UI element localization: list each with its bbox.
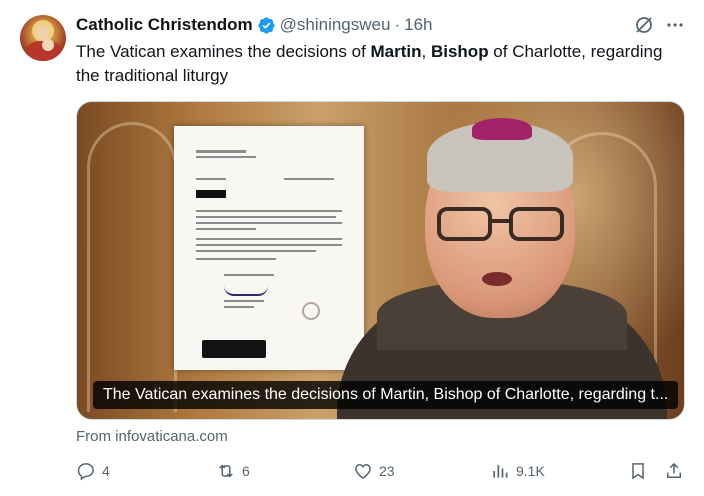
reply-icon: [77, 463, 94, 481]
more-icon[interactable]: [665, 15, 685, 35]
redaction-box: [202, 340, 266, 358]
avatar-face: [36, 25, 49, 40]
tweet-text-segment: ,: [421, 42, 431, 61]
action-bar: 4 6 23 9.1K: [76, 460, 688, 482]
share-button[interactable]: [664, 460, 684, 482]
tweet-text-bold-bishop: Bishop: [430, 42, 489, 61]
link-source[interactable]: From infovaticana.com: [76, 428, 228, 445]
link-card-media[interactable]: The Vatican examines the decisions of Ma…: [76, 101, 685, 420]
views-count: 9.1K: [516, 463, 545, 479]
grok-icon[interactable]: [634, 15, 654, 35]
separator-dot: ·: [394, 15, 401, 34]
share-icon: [667, 462, 681, 478]
repost-button[interactable]: 6: [216, 460, 250, 482]
vatican-letter-image: [174, 126, 364, 370]
tweet-header: Catholic Christendom @shiningsweu · 16h: [76, 14, 433, 36]
like-count: 23: [379, 463, 395, 479]
repost-icon: [219, 464, 233, 478]
views-button[interactable]: 9.1K: [490, 460, 545, 482]
background-arch: [87, 122, 177, 412]
bishop-figure: [337, 112, 677, 419]
timestamp[interactable]: 16h: [404, 15, 432, 35]
views-icon: [493, 465, 508, 478]
like-button[interactable]: 23: [353, 460, 395, 482]
handle[interactable]: @shiningsweu: [280, 15, 391, 35]
avatar-child: [42, 39, 54, 51]
bookmark-icon: [632, 463, 644, 480]
reply-button[interactable]: 4: [76, 460, 110, 482]
reply-count: 4: [102, 463, 110, 479]
tweet-text: The Vatican examines the decisions of Ma…: [76, 40, 676, 88]
tweet-text-bold-martin: Martin: [370, 42, 422, 61]
media-caption: The Vatican examines the decisions of Ma…: [93, 381, 679, 409]
verified-badge-icon: [258, 16, 275, 34]
repost-count: 6: [242, 463, 250, 479]
bookmark-button[interactable]: [628, 460, 648, 482]
avatar[interactable]: [20, 15, 66, 61]
display-name[interactable]: Catholic Christendom: [76, 15, 253, 35]
tweet-text-segment: The Vatican examines the decisions of: [76, 42, 371, 61]
heart-icon: [355, 463, 371, 479]
